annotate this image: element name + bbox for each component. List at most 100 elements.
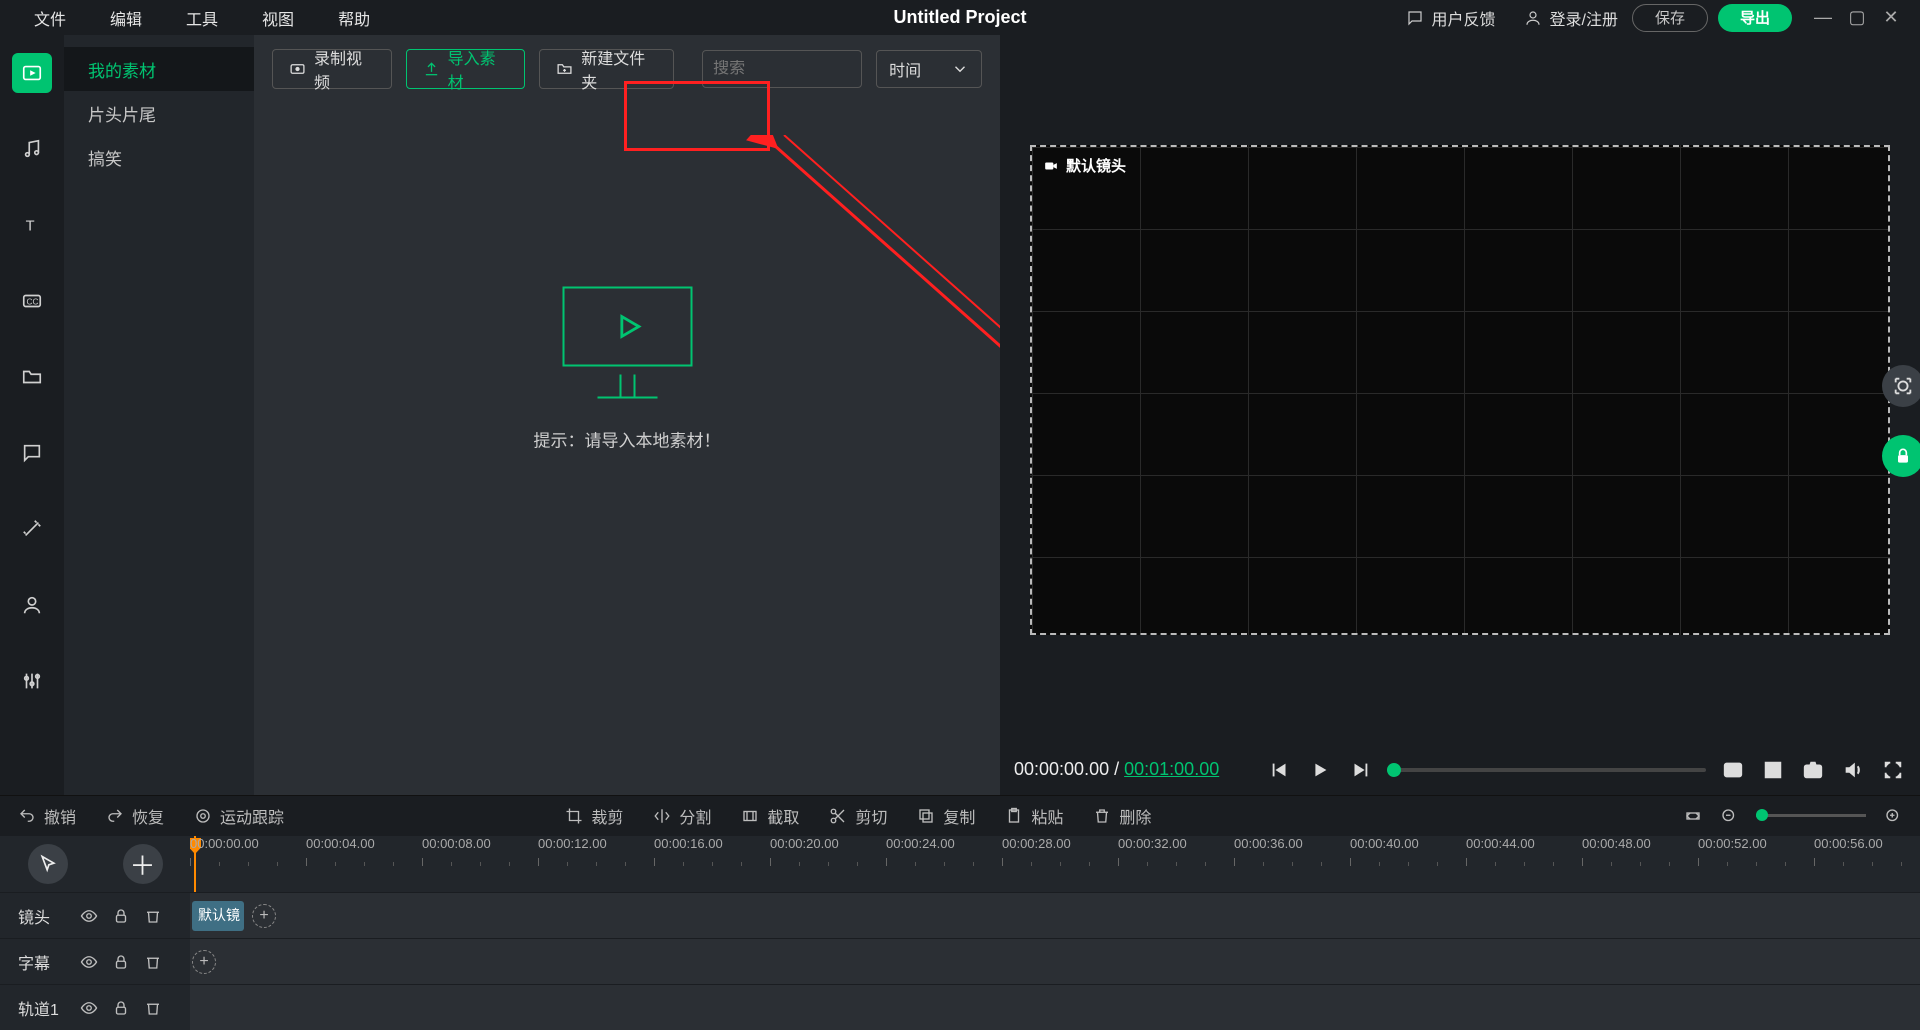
svg-text:T: T (26, 219, 35, 235)
timeline-ruler[interactable]: 00:00:00.0000:00:04.0000:00:08.0000:00:1… (190, 836, 1920, 892)
timeline-header: ＋ 00:00:00.0000:00:04.0000:00:08.0000:00… (0, 836, 1920, 892)
camera-icon (1042, 159, 1060, 173)
ruler-tick: 00:00:40.00 (1350, 836, 1419, 851)
sidebar-folder[interactable] (12, 357, 52, 397)
delete-button[interactable]: 删除 (1093, 804, 1151, 828)
total-timecode[interactable]: 00:01:00.00 (1124, 759, 1219, 779)
upload-icon (423, 60, 440, 78)
menu-view[interactable]: 视图 (240, 6, 316, 30)
ruler-tick: 00:00:24.00 (886, 836, 955, 851)
menu-help[interactable]: 帮助 (316, 6, 392, 30)
search-box[interactable] (702, 50, 862, 88)
window-close[interactable]: ✕ (1874, 7, 1908, 28)
sort-dropdown[interactable]: 时间 (876, 50, 982, 88)
pip-button[interactable] (1720, 757, 1746, 783)
lock-icon (1893, 446, 1913, 466)
library-item-funny[interactable]: 搞笑 (64, 135, 254, 179)
progress-slider[interactable] (1387, 768, 1706, 772)
svg-text:CC: CC (27, 298, 39, 307)
lock-icon[interactable] (112, 999, 130, 1017)
trash-icon[interactable] (144, 907, 162, 925)
track-lane[interactable] (190, 985, 1920, 1030)
paste-button[interactable]: 粘贴 (1005, 804, 1063, 828)
trim-button[interactable]: 截取 (741, 804, 799, 828)
comment-icon (21, 442, 43, 464)
trash-icon (1093, 807, 1111, 825)
ruler-tick: 00:00:08.00 (422, 836, 491, 851)
ruler-tick: 00:00:48.00 (1582, 836, 1651, 851)
sidebar-adjust[interactable] (12, 661, 52, 701)
focus-button[interactable] (1882, 365, 1920, 407)
preview-canvas[interactable]: 默认镜头 (1030, 145, 1890, 635)
zoom-slider[interactable] (1756, 814, 1866, 817)
sidebar-effects[interactable] (12, 509, 52, 549)
track-label: 字幕 (0, 950, 80, 974)
cursor-tool[interactable] (28, 844, 68, 884)
sidebar-text[interactable]: T (12, 205, 52, 245)
visibility-icon[interactable] (80, 999, 98, 1017)
window-maximize[interactable]: ▢ (1840, 7, 1874, 28)
feedback-button[interactable]: 用户反馈 (1392, 6, 1510, 30)
crop-button[interactable]: 裁剪 (565, 804, 623, 828)
add-clip-button[interactable]: + (252, 904, 276, 928)
zoom-out-icon[interactable] (1720, 807, 1738, 825)
undo-button[interactable]: 撤销 (18, 804, 76, 828)
next-button[interactable] (1347, 757, 1373, 783)
ruler-tick: 00:00:16.00 (654, 836, 723, 851)
sidebar-caption[interactable]: CC (12, 281, 52, 321)
sidebar: T CC (0, 35, 64, 794)
library-item-intros[interactable]: 片头片尾 (64, 91, 254, 135)
sidebar-audio[interactable] (12, 129, 52, 169)
redo-button[interactable]: 恢复 (106, 804, 164, 828)
add-clip-button[interactable]: + (192, 950, 216, 974)
record-button[interactable]: 录制视频 (272, 49, 392, 89)
fullscreen-button[interactable] (1880, 757, 1906, 783)
sliders-icon (21, 670, 43, 692)
trash-icon[interactable] (144, 953, 162, 971)
track-lane[interactable]: + (190, 939, 1920, 984)
zoom-in-icon[interactable] (1884, 807, 1902, 825)
new-folder-button[interactable]: 新建文件夹 (539, 49, 674, 89)
copy-icon (917, 807, 935, 825)
menu-tools[interactable]: 工具 (164, 6, 240, 30)
motion-track-button[interactable]: 运动跟踪 (194, 804, 284, 828)
timecode: 00:00:00.00 / 00:01:00.00 (1014, 759, 1219, 780)
sidebar-comment[interactable] (12, 433, 52, 473)
lock-icon[interactable] (112, 907, 130, 925)
trash-icon[interactable] (144, 999, 162, 1017)
edit-toolbar: 撤销 恢复 运动跟踪 裁剪 分割 截取 剪切 复制 粘贴 删除 (0, 795, 1920, 836)
track-lane[interactable]: 默认镜 + (190, 893, 1920, 938)
window-minimize[interactable]: — (1806, 7, 1840, 28)
import-button[interactable]: 导入素材 (406, 49, 526, 89)
paste-icon (1005, 807, 1023, 825)
login-button[interactable]: 登录/注册 (1510, 6, 1632, 30)
ruler-tick: 00:00:20.00 (770, 836, 839, 851)
save-button[interactable]: 保存 (1632, 4, 1708, 32)
sidebar-media[interactable] (12, 53, 52, 93)
play-button[interactable] (1307, 757, 1333, 783)
focus-icon (1892, 375, 1914, 397)
menu-edit[interactable]: 编辑 (88, 6, 164, 30)
fit-icon[interactable] (1684, 807, 1702, 825)
lock-button[interactable] (1882, 435, 1920, 477)
timeline-row: 字幕 + (0, 938, 1920, 984)
prev-button[interactable] (1267, 757, 1293, 783)
lock-icon[interactable] (112, 953, 130, 971)
add-track-button[interactable]: ＋ (123, 844, 163, 884)
chevron-down-icon (951, 60, 969, 78)
preview-panel: 默认镜头 00:00:00.00 / 00:01:00.00 (1000, 35, 1920, 794)
sidebar-profile[interactable] (12, 585, 52, 625)
visibility-icon[interactable] (80, 907, 98, 925)
copy-button[interactable]: 复制 (917, 804, 975, 828)
menu-file[interactable]: 文件 (12, 6, 88, 30)
export-button[interactable]: 导出 (1718, 4, 1792, 32)
library-item-my-media[interactable]: 我的素材 (64, 47, 254, 91)
ruler-tick: 00:00:28.00 (1002, 836, 1071, 851)
volume-button[interactable] (1840, 757, 1866, 783)
cut-button[interactable]: 剪切 (829, 804, 887, 828)
split-button[interactable]: 分割 (653, 804, 711, 828)
grid-button[interactable] (1760, 757, 1786, 783)
visibility-icon[interactable] (80, 953, 98, 971)
timeline-clip[interactable]: 默认镜 (192, 901, 244, 931)
snapshot-button[interactable] (1800, 757, 1826, 783)
